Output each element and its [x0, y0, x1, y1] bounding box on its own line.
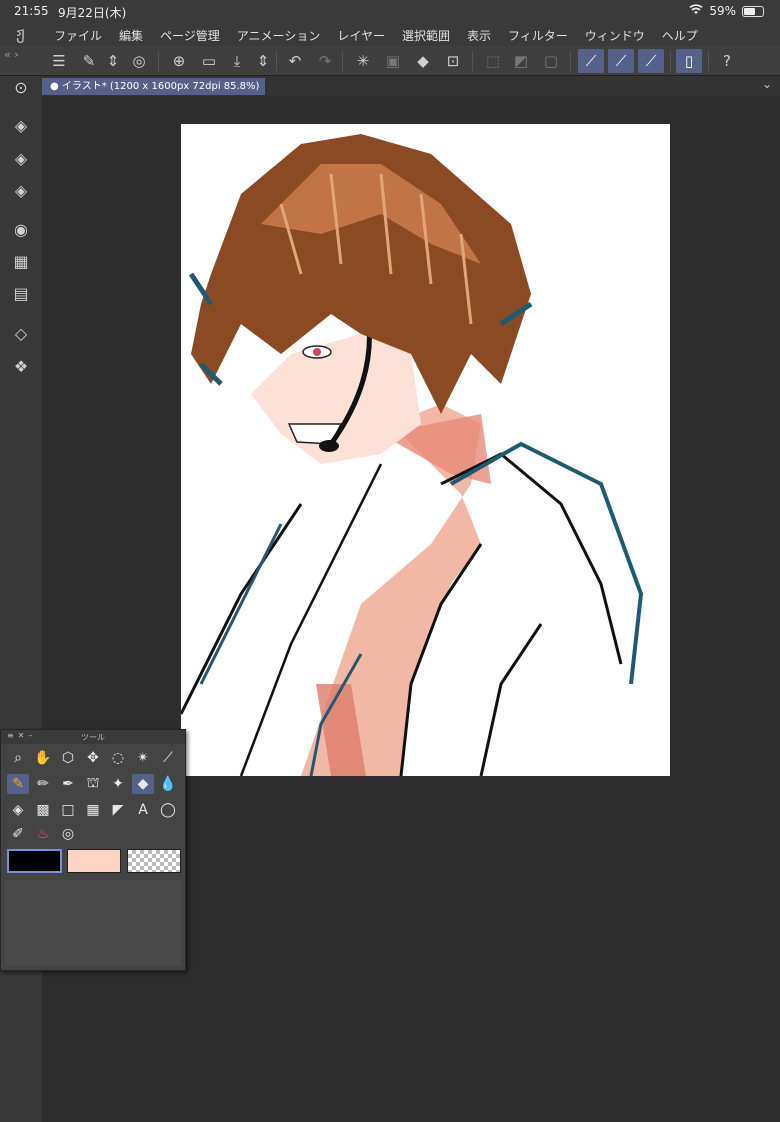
loading-spinner-icon[interactable]: ✳ — [350, 49, 376, 73]
help-icon[interactable]: ? — [714, 49, 740, 73]
magic-wand-tool-icon[interactable]: ✴ — [132, 748, 154, 768]
menu-animation[interactable]: アニメーション — [237, 27, 321, 44]
hamburger-menu-icon[interactable]: ☰ — [46, 49, 72, 73]
edit-document-icon[interactable]: ✎ — [76, 49, 102, 73]
pencil-tool-icon[interactable]: ✏ — [32, 774, 54, 794]
blend-tool-icon[interactable]: 💧 — [157, 774, 179, 794]
menu-edit[interactable]: 編集 — [119, 27, 143, 44]
swirl-icon[interactable]: ◎ — [126, 49, 152, 73]
decoration-tool-icon[interactable]: ✦ — [107, 774, 129, 794]
toolbar-divider — [342, 51, 343, 71]
collapse-arrows-icon[interactable]: « › — [4, 48, 19, 61]
status-bar: 21:55 9月22日(木) 59% — [0, 0, 780, 22]
battery-fill — [744, 7, 755, 15]
color-set-icon[interactable]: ▦ — [10, 250, 32, 272]
battery-percent: 59% — [709, 4, 736, 18]
transparent-color-swatch[interactable] — [127, 849, 181, 873]
main-color-swatch[interactable] — [7, 849, 62, 873]
object-select-tool-icon[interactable]: ⬡ — [57, 748, 79, 768]
eraser-tool-icon[interactable]: ◆ — [132, 774, 154, 794]
new-file-icon[interactable]: ⊕ — [166, 49, 192, 73]
menu-selection[interactable]: 選択範囲 — [402, 27, 450, 44]
correct-line-tool-icon[interactable]: ✐ — [7, 824, 29, 844]
command-bar: « › ☰ ✎ ⇕ ◎ ⊕ ▭ ⤓ ⇕ ↶ ↷ ✳ ▣ ◆ ⊡ ⬚ ◩ ▢ ⟋ … — [0, 46, 780, 76]
cake-tool-icon[interactable]: ♨ — [32, 824, 54, 844]
airbrush-tool-icon[interactable]: ⛫ — [82, 774, 104, 794]
palette-title: ツール — [81, 733, 105, 742]
hand-tool-icon[interactable]: ✋ — [32, 748, 54, 768]
gradient-tool-icon[interactable]: ▩ — [32, 800, 54, 820]
menu-file[interactable]: ファイル — [54, 27, 102, 44]
document-tab[interactable]: ● イラスト* (1200 x 1600px 72dpi 85.8%) — [42, 78, 266, 95]
stabilizer-3-icon[interactable]: ⟋ — [638, 49, 664, 73]
chevron-down-icon[interactable]: ⌄ — [762, 77, 772, 91]
palette-header[interactable]: ≡✕– ツール — [1, 730, 185, 744]
open-folder-icon[interactable]: ▭ — [196, 49, 222, 73]
tool-palette: ≡✕– ツール ⌕ ✋ ⬡ ✥ ◌ ✴ ⟋ ✎ ✏ ✒ ⛫ ✦ ◆ 💧 ◈ ▩ … — [0, 729, 186, 971]
menu-page[interactable]: ページ管理 — [160, 27, 220, 44]
stabilizer-2-icon[interactable]: ⟋ — [608, 49, 634, 73]
deselect-icon[interactable]: ⬚ — [480, 49, 506, 73]
stabilizer-1-icon[interactable]: ⟋ — [578, 49, 604, 73]
layer-property-icon[interactable]: ◇ — [10, 322, 32, 344]
toolbar-divider — [276, 51, 277, 71]
brush-tool-icon[interactable]: ✒ — [57, 774, 79, 794]
ruler-tool-icon[interactable]: ◤ — [107, 800, 129, 820]
drawing-canvas[interactable] — [181, 124, 670, 776]
zoom-tool-icon[interactable]: ⌕ — [7, 748, 29, 768]
selection-border-icon[interactable]: ▢ — [538, 49, 564, 73]
eraser-settings-icon[interactable]: ◈ — [10, 147, 32, 169]
toolbar-divider — [670, 51, 671, 71]
app-logo-icon[interactable]: ჟ — [16, 24, 25, 44]
navigator-icon[interactable]: ⊙ — [10, 76, 32, 98]
toolbar-divider — [570, 51, 571, 71]
fill-tool-icon[interactable]: ◈ — [7, 800, 29, 820]
battery-icon — [742, 5, 764, 17]
status-right: 59% — [689, 4, 764, 18]
eraser-list-icon[interactable]: ◈ — [10, 114, 32, 136]
palette-controls-icon[interactable]: ≡✕– — [7, 731, 36, 740]
color-circle-icon[interactable]: ◉ — [10, 218, 32, 240]
toolbar-divider — [472, 51, 473, 71]
toolbar-divider — [708, 51, 709, 71]
status-time: 21:55 — [14, 4, 49, 18]
menu-bar: ჟ ファイル 編集 ページ管理 アニメーション レイヤー 選択範囲 表示 フィル… — [0, 22, 780, 46]
menu-window[interactable]: ウィンドウ — [585, 27, 645, 44]
move-tool-icon[interactable]: ✥ — [82, 748, 104, 768]
menu-layer[interactable]: レイヤー — [337, 27, 385, 44]
document-tab-bar: ● イラスト* (1200 x 1600px 72dpi 85.8%) ⌄ — [42, 76, 780, 96]
undo-icon[interactable]: ↶ — [282, 49, 308, 73]
shape-tool-icon[interactable]: □ — [57, 800, 79, 820]
frame-tool-icon[interactable]: ▦ — [82, 800, 104, 820]
save-tray-icon[interactable]: ⤓ — [224, 49, 250, 73]
menu-view[interactable]: 表示 — [467, 27, 491, 44]
menu-filter[interactable]: フィルター — [508, 27, 568, 44]
layers-icon[interactable]: ❖ — [10, 355, 32, 377]
text-tool-icon[interactable]: A — [132, 800, 154, 820]
transform-icon[interactable]: ⊡ — [440, 49, 466, 73]
spiral-tool-icon[interactable]: ◎ — [57, 824, 79, 844]
status-date: 9月22日(木) — [58, 6, 127, 20]
illustration-artwork — [181, 134, 644, 776]
toolbar-divider — [158, 51, 159, 71]
film-icon[interactable]: ▤ — [10, 282, 32, 304]
tool-palette-body — [5, 880, 181, 966]
redo-icon[interactable]: ↷ — [312, 49, 338, 73]
invert-selection-icon[interactable]: ◩ — [508, 49, 534, 73]
eyedropper-tool-icon[interactable]: ⟋ — [157, 748, 179, 768]
updown-chevron-icon[interactable]: ⇕ — [250, 49, 276, 73]
updown-chevron-icon[interactable]: ⇕ — [100, 49, 126, 73]
balloon-tool-icon[interactable]: ◯ — [157, 800, 179, 820]
menu-help[interactable]: ヘルプ — [662, 27, 698, 44]
wifi-icon — [689, 4, 703, 18]
menu-list: ファイル 編集 ページ管理 アニメーション レイヤー 選択範囲 表示 フィルター… — [54, 27, 698, 44]
lasso-tool-icon[interactable]: ◌ — [107, 748, 129, 768]
sub-color-swatch[interactable] — [67, 849, 121, 873]
eraser-color-icon[interactable]: ◈ — [10, 179, 32, 201]
copy-layer-icon[interactable]: ▣ — [380, 49, 406, 73]
device-icon[interactable]: ▯ — [676, 49, 702, 73]
pen-tool-icon[interactable]: ✎ — [7, 774, 29, 794]
fill-bucket-icon[interactable]: ◆ — [410, 49, 436, 73]
